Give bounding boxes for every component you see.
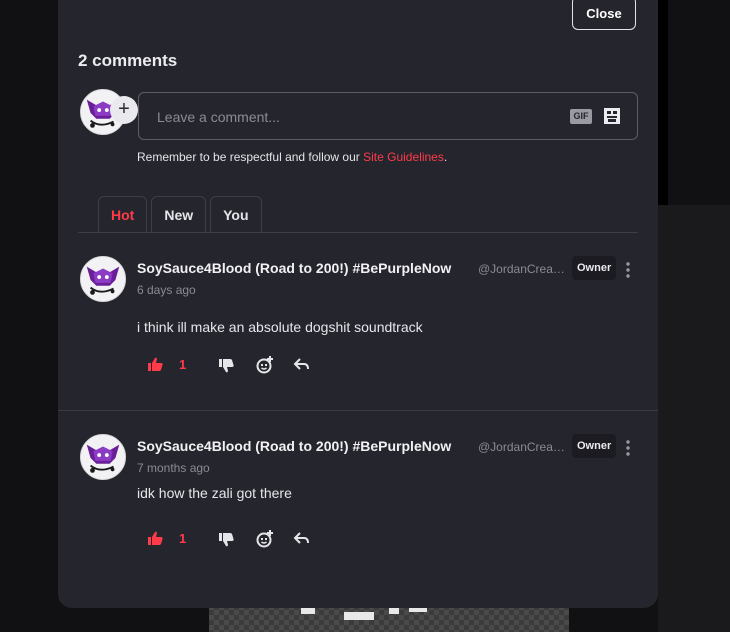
- comment-actions: 1: [146, 529, 346, 553]
- tabs-divider: [78, 232, 638, 233]
- comment-timestamp: 6 days ago: [137, 283, 196, 297]
- comment-handle[interactable]: @JordanCreations: [478, 440, 566, 454]
- add-reaction-icon[interactable]: [256, 355, 276, 375]
- comment-input-box[interactable]: GIF: [138, 92, 638, 140]
- thumbs-up-icon[interactable]: [146, 529, 166, 549]
- gif-icon[interactable]: GIF: [570, 109, 592, 124]
- add-avatar-button[interactable]: +: [110, 96, 138, 124]
- sticker-icon[interactable]: [603, 107, 621, 125]
- comment-input[interactable]: [155, 105, 549, 129]
- like-count: 1: [179, 531, 187, 546]
- reply-icon[interactable]: [292, 529, 312, 549]
- thumbs-up-icon[interactable]: [146, 355, 166, 375]
- plus-icon: +: [118, 98, 130, 120]
- comment-item: SoySauce4Blood (Road to 200!) #BePurpleN…: [58, 434, 658, 610]
- background-panel: [658, 205, 730, 632]
- like-count: 1: [179, 357, 187, 372]
- comment-item: SoySauce4Blood (Road to 200!) #BePurpleN…: [58, 256, 658, 432]
- sort-tabs: Hot New You: [98, 196, 262, 232]
- reply-icon[interactable]: [292, 355, 312, 375]
- owner-badge: Owner: [572, 256, 617, 280]
- comment-text: i think ill make an absolute dogshit sou…: [137, 319, 423, 335]
- thumbs-down-icon[interactable]: [217, 529, 237, 549]
- comments-modal: Close 2 comments + GIF Remember to be re…: [58, 0, 658, 608]
- more-vertical-icon[interactable]: [622, 260, 634, 280]
- comment-actions: 1: [146, 355, 346, 379]
- tab-you[interactable]: You: [210, 196, 262, 232]
- more-vertical-icon[interactable]: [622, 438, 634, 458]
- comment-avatar[interactable]: [80, 434, 126, 480]
- comment-author[interactable]: SoySauce4Blood (Road to 200!) #BePurpleN…: [137, 260, 451, 276]
- avatar-image: [81, 435, 125, 479]
- comment-text: idk how the zali got there: [137, 485, 292, 501]
- add-reaction-icon[interactable]: [256, 529, 276, 549]
- comment-author[interactable]: SoySauce4Blood (Road to 200!) #BePurpleN…: [137, 438, 451, 454]
- site-guidelines-link[interactable]: Site Guidelines: [363, 150, 444, 164]
- background-strip: [658, 0, 668, 205]
- comment-divider: [58, 410, 658, 411]
- close-button[interactable]: Close: [572, 0, 636, 30]
- comment-handle[interactable]: @JordanCreations: [478, 262, 566, 276]
- guidelines-notice: Remember to be respectful and follow our…: [137, 150, 447, 164]
- comment-avatar[interactable]: [80, 256, 126, 302]
- comment-count-title: 2 comments: [78, 51, 178, 70]
- guidelines-text: Remember to be respectful and follow our: [137, 150, 364, 164]
- thumbs-down-icon[interactable]: [217, 355, 237, 375]
- tab-new[interactable]: New: [151, 196, 207, 232]
- avatar-image: [81, 257, 125, 301]
- owner-badge: Owner: [572, 434, 617, 458]
- guidelines-period: .: [443, 150, 448, 164]
- tab-hot[interactable]: Hot: [98, 196, 148, 232]
- comment-timestamp: 7 months ago: [137, 461, 210, 475]
